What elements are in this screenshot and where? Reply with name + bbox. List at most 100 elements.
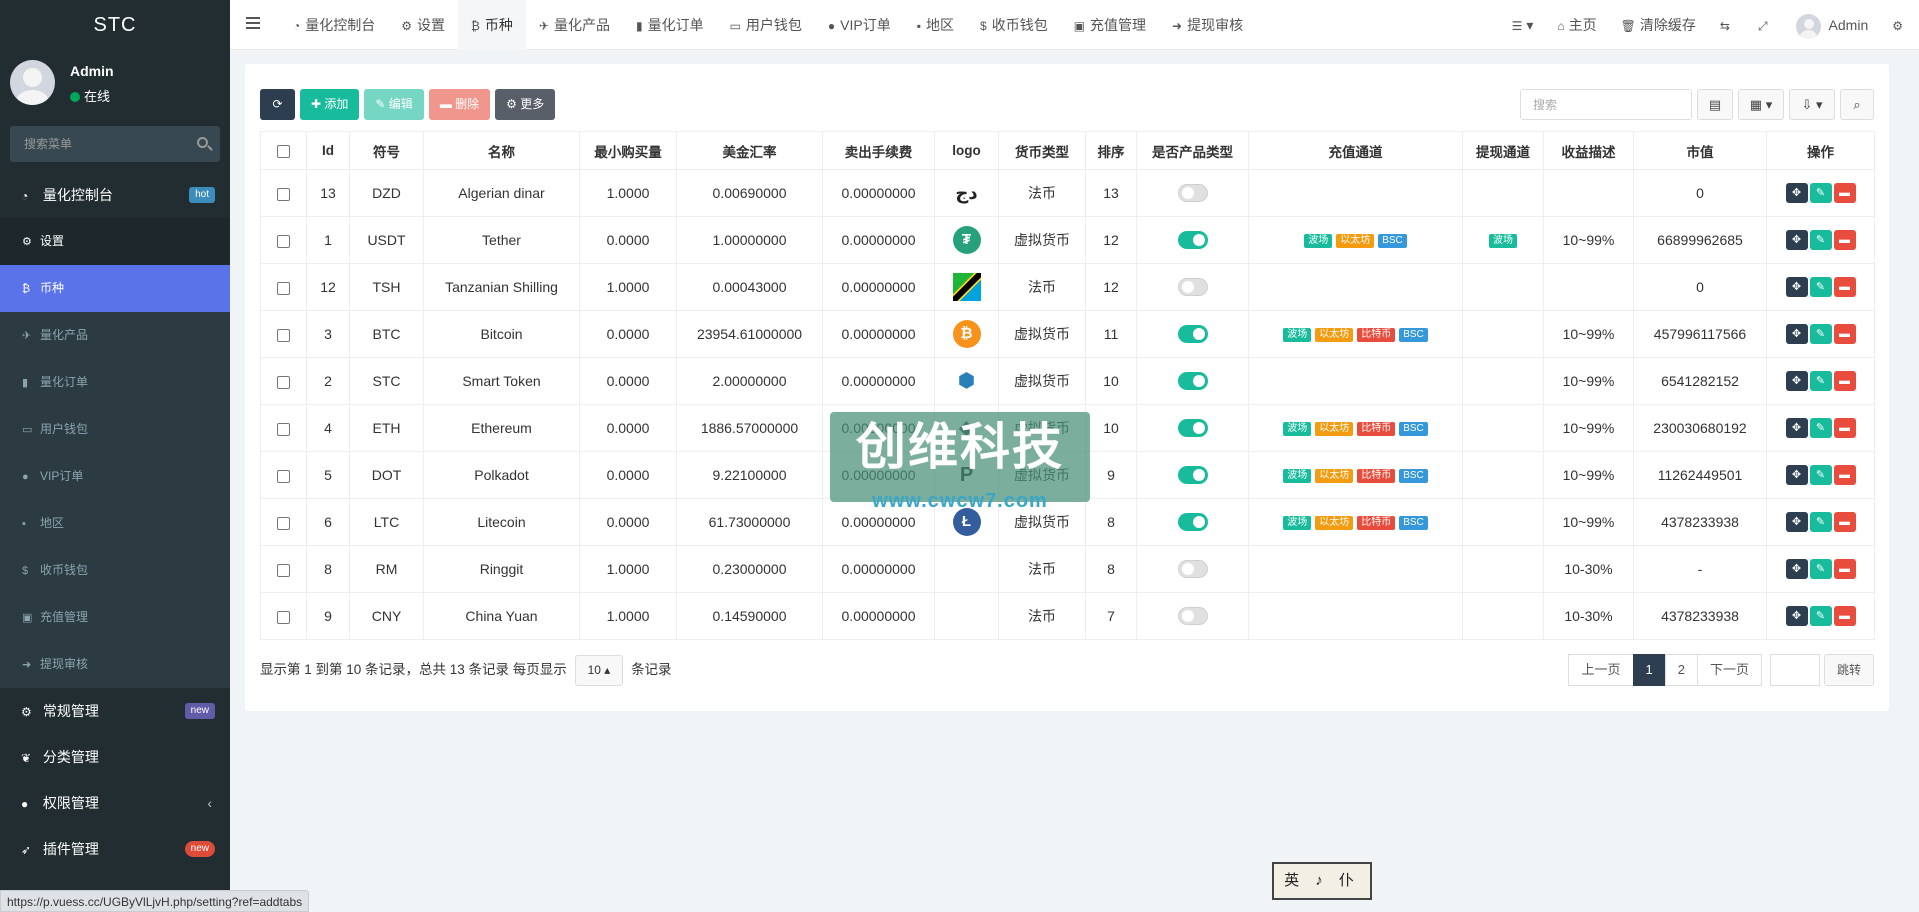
sidebar-subitem-4[interactable]: ▭ 用户钱包	[0, 406, 230, 453]
row-checkbox[interactable]	[277, 234, 290, 248]
tab-6[interactable]: ● VIP订单	[815, 0, 904, 50]
tab-8[interactable]: $ 收币钱包	[967, 0, 1061, 50]
row-delete-button[interactable]: ▬	[1833, 183, 1856, 203]
row-checkbox[interactable]	[277, 422, 290, 436]
page-jump-input[interactable]	[1769, 654, 1820, 686]
sidebar-item-auth[interactable]: ● 权限管理 ‹	[0, 780, 230, 826]
row-delete-button[interactable]: ▬	[1833, 230, 1856, 250]
sidebar-subitem-8[interactable]: ▣ 充值管理	[0, 594, 230, 641]
row-checkbox[interactable]	[277, 516, 290, 530]
row-delete-button[interactable]: ▬	[1833, 512, 1856, 532]
row-checkbox[interactable]	[277, 610, 290, 624]
drag-sort-button[interactable]: ✥	[1785, 559, 1808, 579]
page-jump-button[interactable]: 跳转	[1823, 654, 1874, 686]
product-type-toggle[interactable]	[1177, 231, 1208, 250]
tab-9[interactable]: ▣ 充值管理	[1061, 0, 1159, 50]
sidebar-subitem-7[interactable]: $ 收币钱包	[0, 547, 230, 594]
tab-4[interactable]: ▮ 量化订单	[623, 0, 717, 50]
sidebar-search-input[interactable]	[10, 126, 220, 162]
table-row[interactable]: 3 BTC Bitcoin 0.0000 23954.61000000 0.0000000…	[260, 310, 1875, 358]
row-edit-button[interactable]: ✎	[1809, 230, 1832, 250]
drag-sort-button[interactable]: ✥	[1785, 371, 1808, 391]
tab-0[interactable]: ◔ 量化控制台	[280, 0, 388, 50]
row-delete-button[interactable]: ▬	[1833, 606, 1856, 626]
row-delete-button[interactable]: ▬	[1833, 559, 1856, 579]
table-row[interactable]: 8 RM Ringgit 1.0000 0.23000000 0.00000000 法币 8 1…	[260, 545, 1875, 593]
drag-sort-button[interactable]: ✥	[1785, 465, 1808, 485]
table-row[interactable]: 9 CNY China Yuan 1.0000 0.14590000 0.00000000…	[260, 592, 1875, 640]
add-button[interactable]: ✚ 添加	[300, 89, 360, 120]
row-edit-button[interactable]: ✎	[1809, 277, 1832, 297]
clear-cache-button[interactable]: 🗑 清除缓存	[1609, 0, 1708, 50]
settings-button[interactable]: ⚙	[1880, 0, 1919, 50]
export-button[interactable]: ⇩ ▾	[1789, 89, 1835, 120]
search-icon[interactable]	[197, 137, 208, 148]
language-widget[interactable]: 英 ♪ 仆	[1272, 862, 1372, 900]
row-delete-button[interactable]: ▬	[1833, 277, 1856, 297]
sidebar-item-dashboard[interactable]: ◔ 量化控制台 hot	[0, 172, 230, 218]
product-type-toggle[interactable]	[1177, 184, 1208, 203]
tab-1[interactable]: ⚙ 设置	[388, 0, 458, 50]
product-type-toggle[interactable]	[1177, 278, 1208, 297]
refresh-button[interactable]: ⟳	[260, 89, 295, 120]
drag-sort-button[interactable]: ✥	[1785, 512, 1808, 532]
row-edit-button[interactable]: ✎	[1809, 465, 1832, 485]
row-checkbox[interactable]	[277, 563, 290, 577]
prev-page-button[interactable]: 上一页	[1568, 654, 1634, 686]
language-button[interactable]: ⇆	[1708, 0, 1746, 50]
row-edit-button[interactable]: ✎	[1809, 418, 1832, 438]
sidebar-subitem-3[interactable]: ▮ 量化订单	[0, 359, 230, 406]
product-type-toggle[interactable]	[1177, 466, 1208, 485]
tab-2[interactable]: ₿ 币种	[458, 0, 526, 50]
table-row[interactable]: 2 STC Smart Token 0.0000 2.00000000 0.0000000…	[260, 357, 1875, 405]
row-checkbox[interactable]	[277, 469, 290, 483]
page-2-button[interactable]: 2	[1664, 654, 1698, 686]
row-delete-button[interactable]: ▬	[1833, 324, 1856, 344]
product-type-toggle[interactable]	[1177, 607, 1208, 626]
sidebar-item-general[interactable]: ⚙ 常规管理 new	[0, 688, 230, 734]
toggle-view-button[interactable]: ▤	[1697, 89, 1733, 120]
drag-sort-button[interactable]: ✥	[1785, 324, 1808, 344]
product-type-toggle[interactable]	[1177, 560, 1208, 579]
drag-sort-button[interactable]: ✥	[1785, 230, 1808, 250]
product-type-toggle[interactable]	[1177, 325, 1208, 344]
next-page-button[interactable]: 下一页	[1696, 654, 1762, 686]
tab-10[interactable]: ➜ 提现审核	[1159, 0, 1256, 50]
page-1-button[interactable]: 1	[1632, 654, 1666, 686]
row-checkbox[interactable]	[277, 375, 290, 389]
drag-sort-button[interactable]: ✥	[1785, 183, 1808, 203]
tab-3[interactable]: ✈ 量化产品	[526, 0, 623, 50]
row-delete-button[interactable]: ▬	[1833, 465, 1856, 485]
home-link[interactable]: ⌂ 主页	[1545, 0, 1608, 50]
table-row[interactable]: 1 USDT Tether 0.0000 1.00000000 0.00000000 ₮ 虚拟…	[260, 216, 1875, 264]
columns-button[interactable]: ▦ ▾	[1738, 89, 1784, 120]
sidebar-item-category[interactable]: ❦ 分类管理	[0, 734, 230, 780]
tab-7[interactable]: ▪ 地区	[904, 0, 967, 50]
menu-toggle-icon[interactable]	[246, 17, 260, 31]
delete-button[interactable]: ▬ 删除	[428, 89, 491, 120]
row-edit-button[interactable]: ✎	[1809, 512, 1832, 532]
admin-menu[interactable]: Admin	[1784, 0, 1881, 50]
list-dropdown-button[interactable]: ☰ ▾	[1500, 0, 1546, 50]
product-type-toggle[interactable]	[1177, 513, 1208, 532]
table-row[interactable]: 12 TSH Tanzanian Shilling 1.0000 0.00043000 0…	[260, 263, 1875, 311]
row-checkbox[interactable]	[277, 281, 290, 295]
brand-logo[interactable]: STC	[0, 0, 230, 50]
sidebar-subitem-9[interactable]: ➜ 提现审核	[0, 641, 230, 688]
sidebar-subitem-0[interactable]: ⚙ 设置	[0, 218, 230, 265]
product-type-toggle[interactable]	[1177, 419, 1208, 438]
row-checkbox[interactable]	[277, 328, 290, 342]
row-delete-button[interactable]: ▬	[1833, 418, 1856, 438]
row-delete-button[interactable]: ▬	[1833, 371, 1856, 391]
edit-button[interactable]: ✎ 编辑	[364, 89, 424, 120]
drag-sort-button[interactable]: ✥	[1785, 606, 1808, 626]
row-edit-button[interactable]: ✎	[1809, 371, 1832, 391]
row-edit-button[interactable]: ✎	[1809, 324, 1832, 344]
row-edit-button[interactable]: ✎	[1809, 559, 1832, 579]
drag-sort-button[interactable]: ✥	[1785, 277, 1808, 297]
sidebar-subitem-1[interactable]: ₿ 币种	[0, 265, 230, 312]
tab-5[interactable]: ▭ 用户钱包	[717, 0, 815, 50]
table-row[interactable]: 13 DZD Algerian dinar 1.0000 0.00690000 0.000…	[260, 169, 1875, 217]
sidebar-subitem-2[interactable]: ✈ 量化产品	[0, 312, 230, 359]
fullscreen-button[interactable]: ⤢	[1746, 0, 1784, 50]
